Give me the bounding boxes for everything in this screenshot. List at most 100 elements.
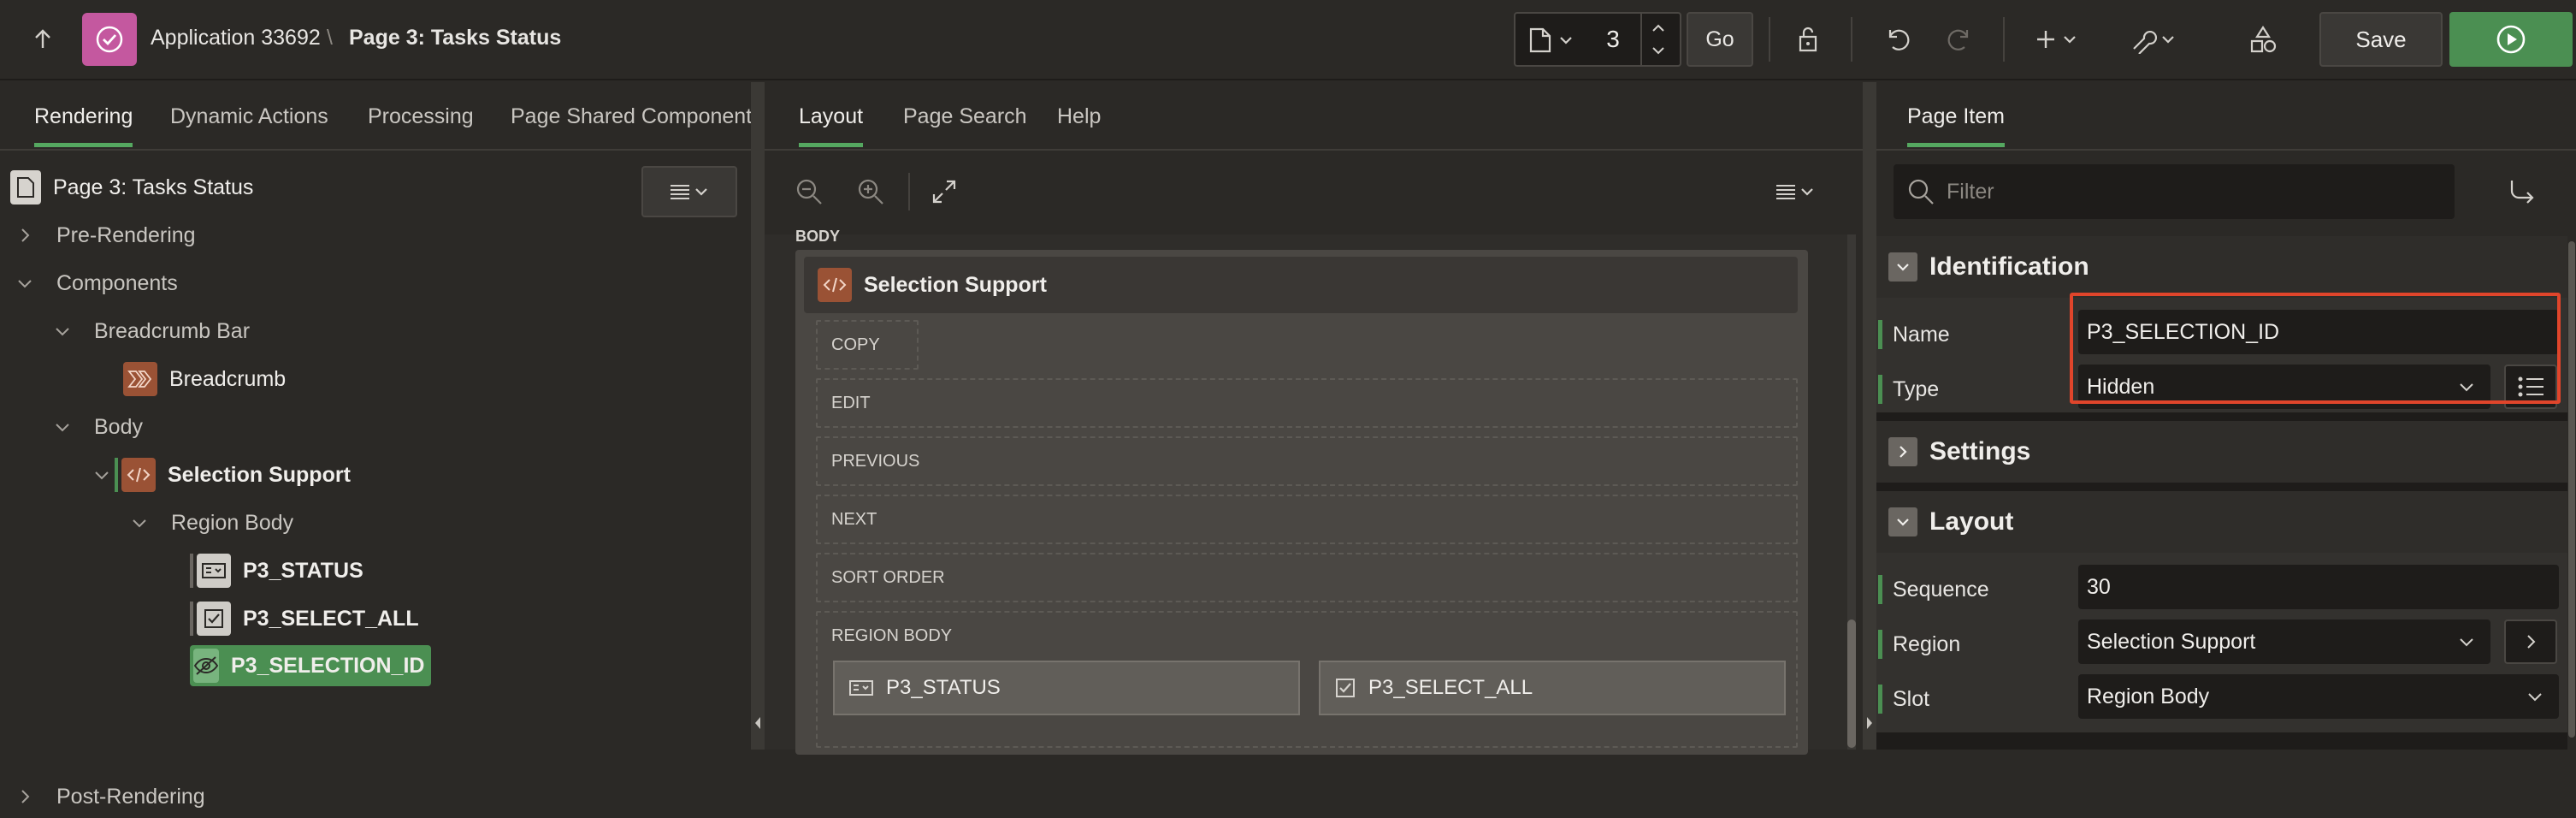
body-label: BODY xyxy=(795,228,841,241)
tree-label: P3_SELECTION_ID xyxy=(231,653,425,678)
tree-label: Components xyxy=(56,270,178,295)
chevron-right-icon xyxy=(21,790,30,803)
search-icon xyxy=(1908,179,1934,204)
layout-canvas: BODY Selection Support COPY EDIT PREVIOU… xyxy=(765,228,1856,755)
left-splitter[interactable] xyxy=(751,82,765,750)
zoom-out-icon[interactable] xyxy=(792,175,826,209)
redo-icon[interactable] xyxy=(1941,21,1979,58)
create-menu-icon[interactable] xyxy=(2032,21,2087,58)
group-layout[interactable]: Layout xyxy=(1876,491,2567,553)
tab-page-shared-components[interactable]: Page Shared Components xyxy=(511,104,763,143)
tab-layout[interactable]: Layout xyxy=(799,104,864,147)
increment-icon[interactable] xyxy=(1651,22,1666,34)
slot-previous[interactable]: PREVIOUS xyxy=(816,436,1798,486)
slot-region-body-label: REGION BODY xyxy=(831,626,953,645)
tab-help[interactable]: Help xyxy=(1057,104,1101,143)
tree-menu-button[interactable] xyxy=(641,166,737,217)
highlight-box xyxy=(2070,293,2561,404)
slot-select[interactable]: Region Body xyxy=(2078,674,2559,719)
slot-edit[interactable]: EDIT xyxy=(816,378,1798,428)
property-scroll-area: Identification Name P3_SELECTION_ID Type… xyxy=(1876,236,2569,750)
property-editor: Page Item Filter Identification Name P3_… xyxy=(1876,82,2576,750)
prop-label: Type xyxy=(1878,375,1939,404)
tree-item-p3-select-all[interactable]: P3_SELECT_ALL xyxy=(190,597,419,640)
utilities-wrench-icon[interactable] xyxy=(2126,21,2184,58)
slot-next[interactable]: NEXT xyxy=(816,495,1798,544)
code-region-icon xyxy=(818,268,852,302)
tab-page-search[interactable]: Page Search xyxy=(903,104,1027,143)
tree-item-p3-status[interactable]: P3_STATUS xyxy=(190,549,363,592)
filter-placeholder: Filter xyxy=(1947,179,1994,204)
lock-page-icon[interactable] xyxy=(1791,21,1829,58)
chevron-right-icon xyxy=(1888,437,1917,466)
collapse-left-icon[interactable] xyxy=(753,715,762,731)
group-identification[interactable]: Identification xyxy=(1876,236,2567,298)
tree-node-pre-rendering[interactable]: Pre-Rendering xyxy=(15,214,196,257)
tab-dynamic-actions[interactable]: Dynamic Actions xyxy=(170,104,328,143)
up-arrow-icon[interactable] xyxy=(26,22,60,56)
group-title: Layout xyxy=(1929,507,2014,536)
canvas-scrollbar[interactable] xyxy=(1847,234,1856,750)
tree-node-components[interactable]: Components xyxy=(15,262,178,305)
region-go-button[interactable] xyxy=(2504,619,2557,664)
tab-rendering[interactable]: Rendering xyxy=(34,104,133,147)
right-splitter[interactable] xyxy=(1863,82,1876,750)
tree-node-breadcrumb[interactable]: Breadcrumb xyxy=(123,358,286,400)
tree-label: P3_SELECT_ALL xyxy=(243,606,419,631)
prop-label: Slot xyxy=(1878,685,1929,714)
layout-menu-icon[interactable] xyxy=(1765,175,1825,209)
property-scrollbar[interactable] xyxy=(2567,236,2576,750)
app-icon[interactable] xyxy=(82,13,137,66)
page-number-input[interactable]: 3 xyxy=(1589,12,1637,67)
layout-item-p3-status[interactable]: P3_STATUS xyxy=(833,661,1300,715)
chevron-down-icon xyxy=(1888,252,1917,282)
run-page-button[interactable] xyxy=(2449,12,2573,67)
chevron-down-icon xyxy=(1558,33,1574,48)
chevron-down-icon xyxy=(56,328,69,336)
checkbox-icon xyxy=(197,602,231,636)
tree-label: Breadcrumb xyxy=(169,366,287,391)
filter-input[interactable]: Filter xyxy=(1894,164,2455,219)
tree-root-page[interactable]: Page 3: Tasks Status xyxy=(10,166,253,209)
slot-copy[interactable]: COPY xyxy=(816,320,919,370)
layout-tabs: Layout Page Search Help xyxy=(765,82,1863,151)
top-toolbar: Application 33692 \ Page 3: Tasks Status… xyxy=(0,0,2576,80)
tab-page-item[interactable]: Page Item xyxy=(1907,104,2005,147)
region-selection-support[interactable]: Selection Support COPY EDIT PREVIOUS NEX… xyxy=(795,250,1808,755)
tree-node-selection-support[interactable]: Selection Support xyxy=(92,453,351,496)
save-button[interactable]: Save xyxy=(2319,12,2443,67)
group-settings[interactable]: Settings xyxy=(1876,421,2567,483)
region-value: Selection Support xyxy=(2087,629,2256,654)
collapse-right-icon[interactable] xyxy=(1865,715,1874,731)
tree-node-breadcrumb-bar[interactable]: Breadcrumb Bar xyxy=(53,310,250,353)
application-link[interactable]: Application 33692 xyxy=(151,26,321,50)
page-icon xyxy=(1529,27,1551,53)
rendering-panel: Rendering Dynamic Actions Processing Pag… xyxy=(0,82,763,809)
layout-panel: Layout Page Search Help BODY Selection S… xyxy=(765,82,1863,755)
chevron-down-icon xyxy=(2460,638,2473,647)
region-select[interactable]: Selection Support xyxy=(2078,619,2490,664)
expand-icon[interactable] xyxy=(927,175,961,209)
go-button[interactable]: Go xyxy=(1687,12,1753,67)
layout-item-p3-select-all[interactable]: P3_SELECT_ALL xyxy=(1319,661,1786,715)
tree-item-p3-selection-id-selected[interactable]: P3_SELECTION_ID xyxy=(190,645,431,686)
prop-label: Region xyxy=(1878,630,1960,659)
tree-node-post-rendering[interactable]: Post-Rendering xyxy=(15,775,205,818)
prop-sequence: Sequence 30 xyxy=(1876,560,2567,614)
go-to-group-icon[interactable] xyxy=(2492,171,2561,212)
decrement-icon[interactable] xyxy=(1651,44,1666,56)
region-header[interactable]: Selection Support xyxy=(804,257,1798,313)
shared-components-icon[interactable] xyxy=(2244,21,2282,58)
undo-icon[interactable] xyxy=(1878,21,1916,58)
tree-label: P3_STATUS xyxy=(243,558,363,583)
tab-processing[interactable]: Processing xyxy=(368,104,474,143)
zoom-in-icon[interactable] xyxy=(854,175,888,209)
chevron-down-icon xyxy=(18,280,32,288)
tree-label: Selection Support xyxy=(168,462,351,487)
tree-label: Pre-Rendering xyxy=(56,222,196,247)
slot-sort-order[interactable]: SORT ORDER xyxy=(816,553,1798,602)
tree-node-body[interactable]: Body xyxy=(53,406,143,448)
sequence-input[interactable]: 30 xyxy=(2078,565,2559,609)
region-title: Selection Support xyxy=(864,272,1047,297)
tree-node-region-body[interactable]: Region Body xyxy=(130,501,293,544)
